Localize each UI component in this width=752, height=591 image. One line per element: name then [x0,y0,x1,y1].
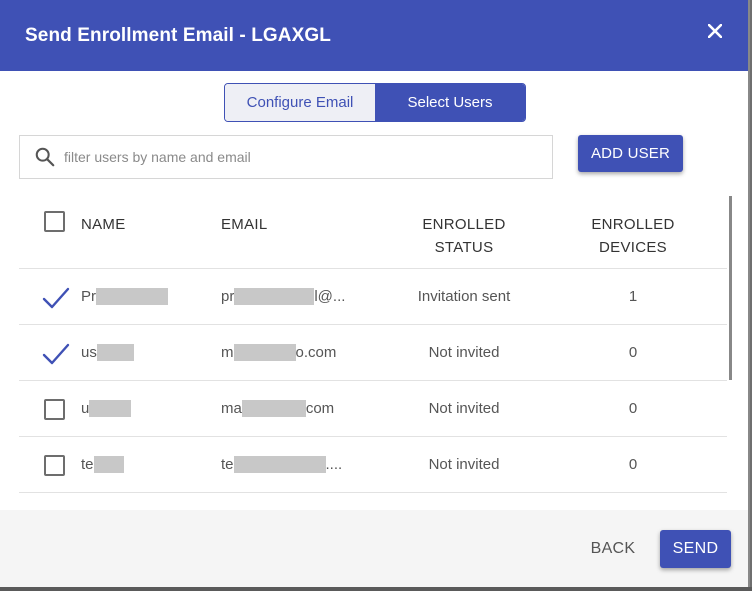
table-row[interactable]: te te.... Not invited 0 [19,437,727,493]
user-email-prefix: pr [221,287,235,305]
user-name-text: us [81,343,97,361]
user-email-prefix: ma [221,399,242,417]
user-name-text: u [81,399,90,417]
redacted-block [96,288,168,306]
back-button[interactable]: BACK [578,530,648,568]
user-name: Pr [81,288,221,306]
enrolled-devices: 0 [628,400,638,417]
close-icon [708,24,722,38]
header-status-line2: STATUS [434,239,494,256]
header-status-line1: ENROLLED [422,216,506,233]
dialog-title: Send Enrollment Email - LGAXGL [25,24,331,46]
header-devices-line1: ENROLLED [591,216,675,233]
search-box [19,135,553,179]
enrolled-devices: 0 [628,456,638,473]
redacted-block [96,344,134,362]
row-checkbox[interactable] [44,398,65,420]
tab-configure-email[interactable]: Configure Email [225,84,375,121]
header-enrolled-status[interactable]: ENROLLED STATUS [389,196,539,259]
user-name-text: Pr [81,287,96,305]
user-email-suffix: o.com [295,343,337,361]
row-checkbox[interactable] [44,454,65,476]
enrolled-status: Invitation sent [417,288,511,305]
tab-switcher: Configure Email Select Users [224,83,526,122]
enrolled-status: Not invited [428,344,500,361]
redacted-block [234,288,315,306]
users-table: NAME EMAIL ENROLLED STATUS ENROLLED DEVI… [19,196,727,510]
dialog-header: Send Enrollment Email - LGAXGL [0,0,748,71]
enrolled-devices: 1 [628,288,638,305]
search-input[interactable] [64,149,524,165]
table-header: NAME EMAIL ENROLLED STATUS ENROLLED DEVI… [19,196,727,269]
close-button[interactable] [706,22,724,40]
send-enrollment-dialog: Send Enrollment Email - LGAXGL Configure… [0,0,750,588]
user-name-text: te [81,455,94,473]
user-email-suffix: l@... [314,287,346,305]
redacted-block [233,344,296,362]
user-email-prefix: te [221,455,234,473]
redacted-block [233,456,326,474]
user-email-suffix: .... [325,455,343,473]
user-name: us [81,344,221,362]
table-row[interactable]: u ma com Not invited 0 [19,381,727,437]
enrolled-status: Not invited [428,456,500,473]
table-row[interactable]: Pr pr l@... Invitation sent 1 [19,269,727,325]
user-email: pr l@... [221,288,389,306]
header-name[interactable]: NAME [81,196,221,236]
user-email: te.... [221,456,389,474]
check-icon[interactable] [42,286,70,310]
select-all-checkbox[interactable] [44,211,65,232]
tab-select-users[interactable]: Select Users [375,84,525,121]
user-email: m o.com [221,344,389,362]
header-email[interactable]: EMAIL [221,196,389,236]
user-name: u [81,400,221,418]
user-email-suffix: com [305,399,335,417]
redacted-block [241,400,306,418]
enrolled-devices: 0 [628,344,638,361]
enrolled-status: Not invited [428,400,500,417]
header-devices-line2: DEVICES [599,239,667,256]
search-icon [35,147,55,167]
user-email: ma com [221,400,389,418]
redacted-block [89,400,132,418]
check-icon[interactable] [42,342,70,366]
add-user-button[interactable]: ADD USER [578,135,683,172]
header-enrolled-devices[interactable]: ENROLLED DEVICES [539,196,727,259]
table-scrollbar[interactable] [729,196,732,380]
user-name: te [81,456,221,474]
user-email-prefix: m [221,343,234,361]
page-backdrop [0,587,752,591]
send-button[interactable]: SEND [660,530,731,568]
redacted-block [93,456,124,474]
table-row[interactable]: us m o.com Not invited 0 [19,325,727,381]
